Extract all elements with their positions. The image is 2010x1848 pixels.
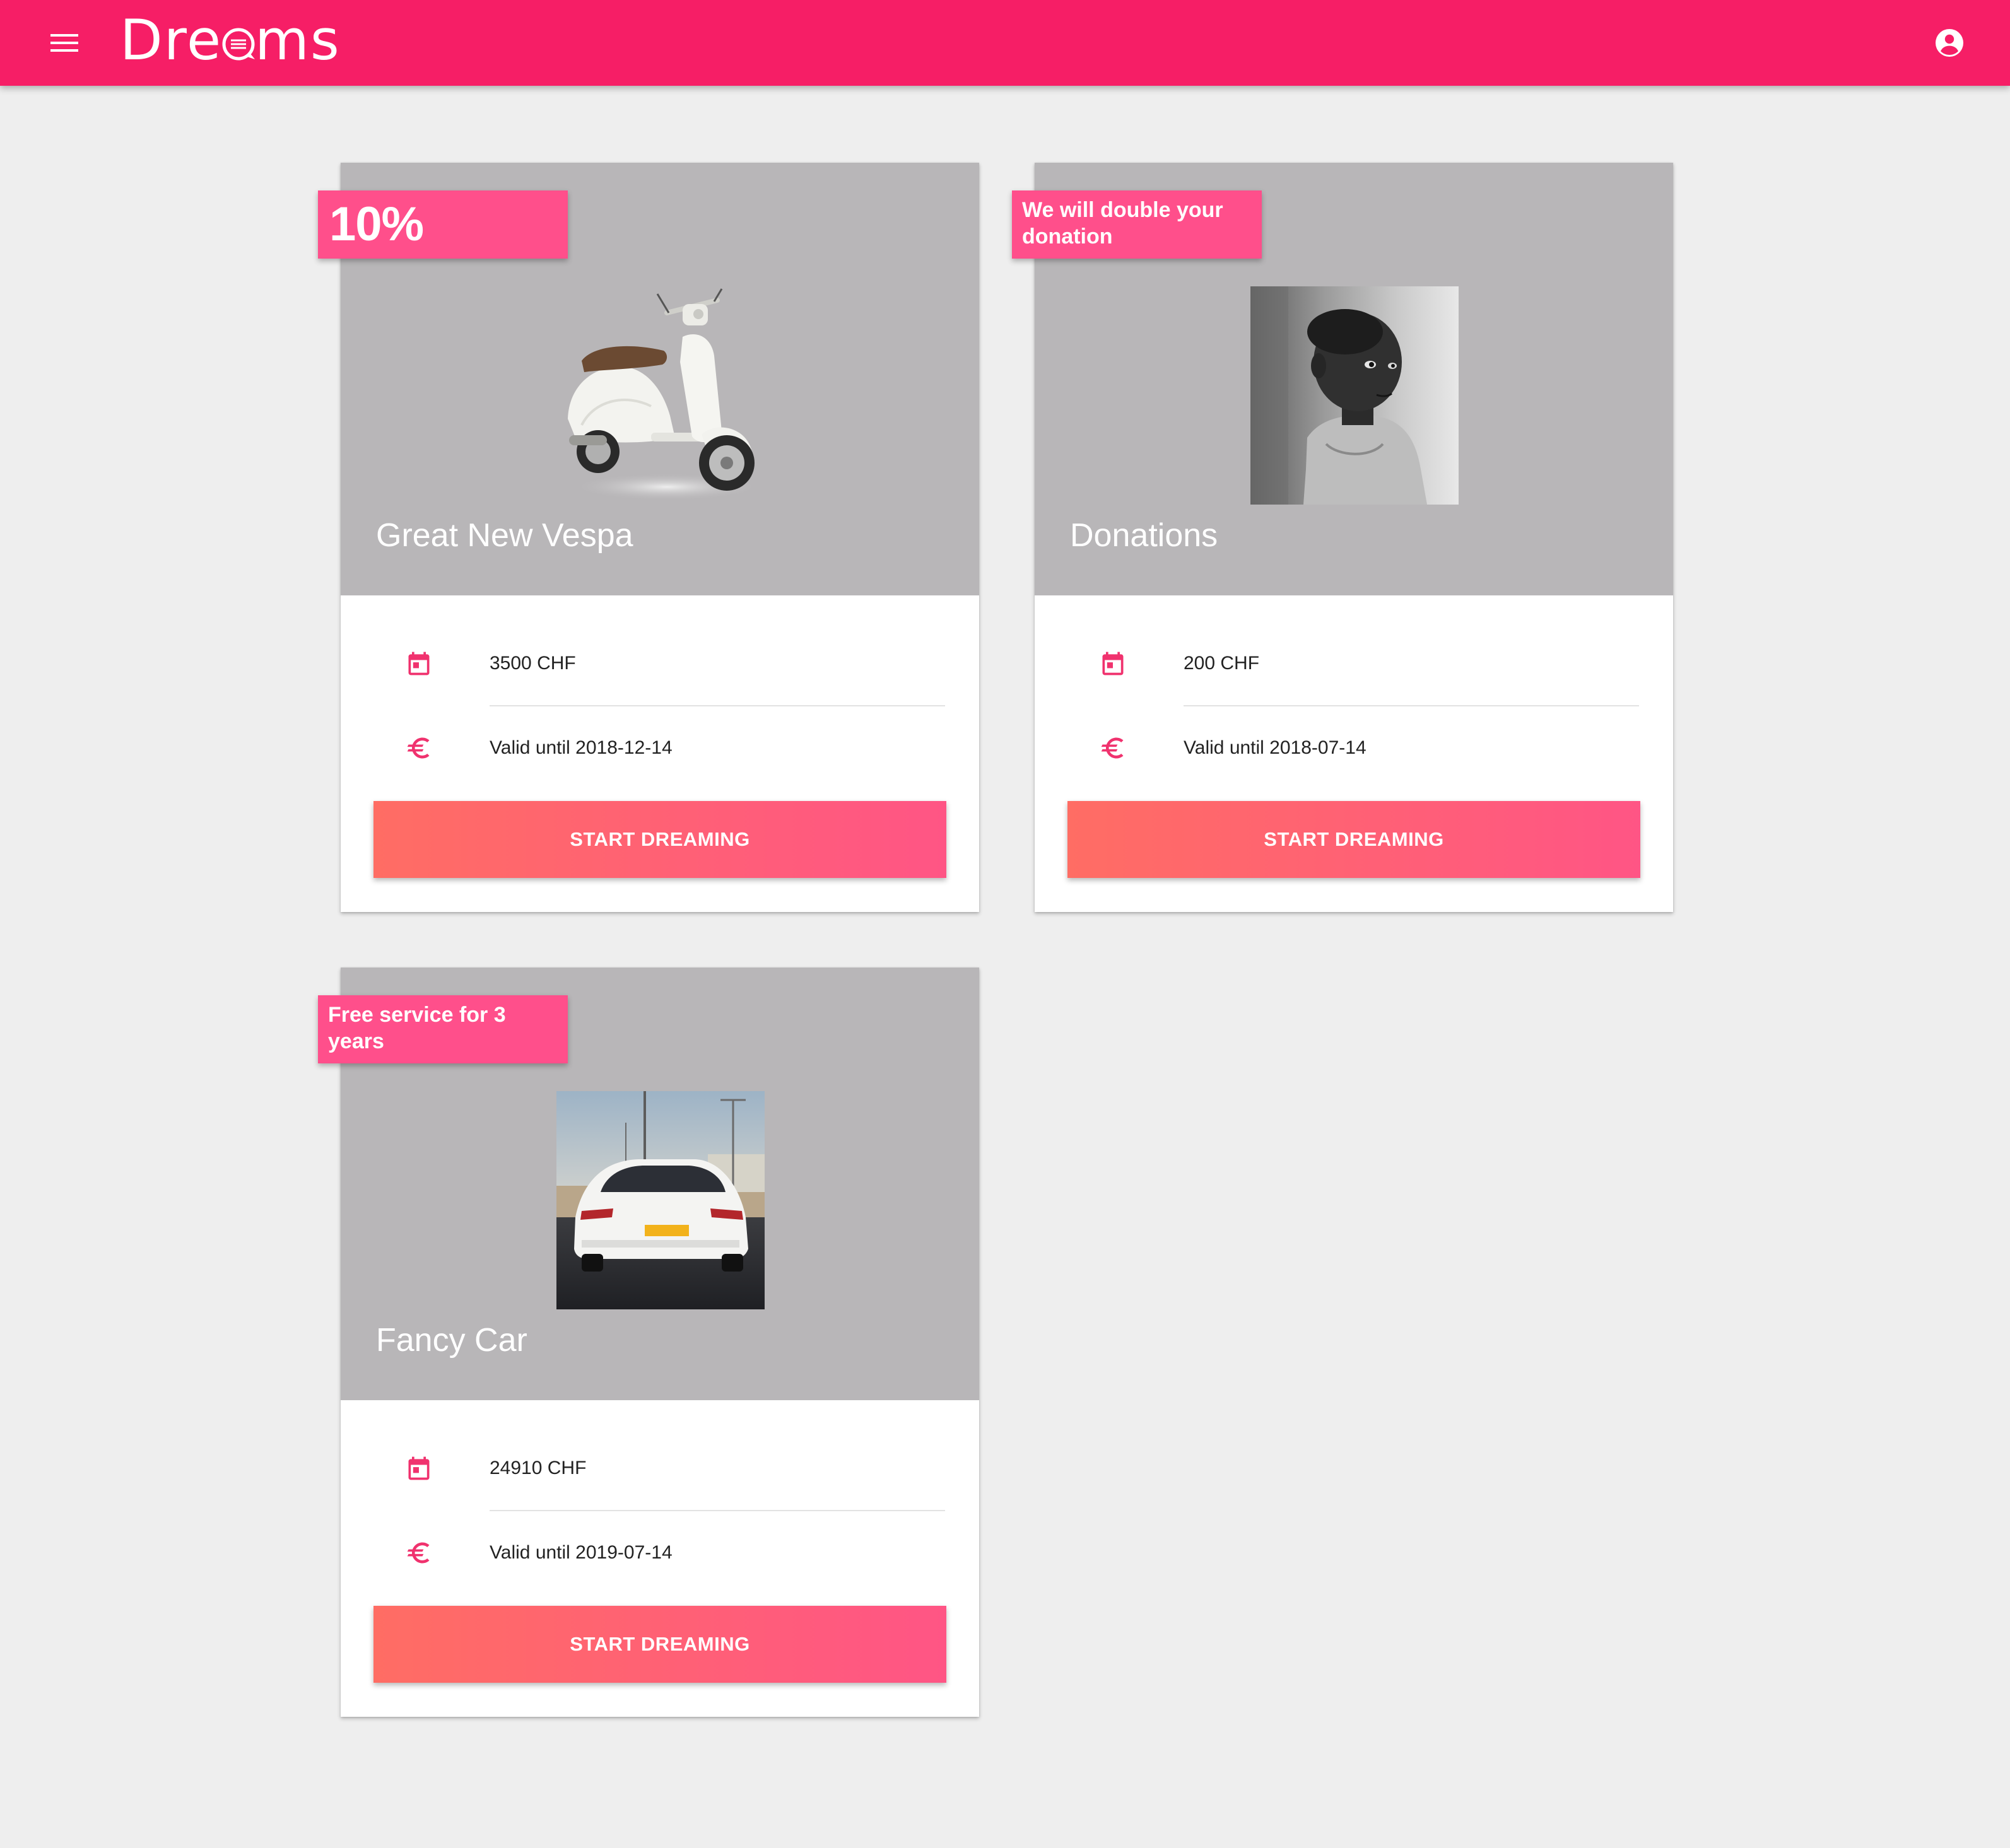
- euro-icon: [401, 730, 437, 766]
- amount-row: 200 CHF: [1035, 622, 1673, 706]
- validity-row: Valid until 2018-12-14: [341, 706, 979, 791]
- validity-text: Valid until 2018-07-14: [1184, 737, 1366, 758]
- dream-card-car: Free service for 3 years Fancy Car 24910…: [318, 968, 979, 1717]
- menu-button[interactable]: [38, 21, 91, 64]
- dream-card-vespa: 10% Great New Vespa 3500 CHF Valid until…: [318, 163, 979, 912]
- calendar-icon: [401, 646, 437, 681]
- amount-text: 24910 CHF: [490, 1458, 587, 1478]
- card-title: Great New Vespa: [376, 517, 633, 554]
- card-media: Free service for 3 years Fancy Car: [318, 968, 979, 1400]
- validity-text: Valid until 2018-12-14: [490, 737, 673, 758]
- app-bar: Dre ms: [0, 0, 2010, 86]
- validity-row: Valid until 2018-07-14: [1035, 706, 1673, 791]
- account-circle-icon: [1936, 29, 1963, 57]
- promo-badge: We will double your donation: [1012, 190, 1262, 259]
- menu-icon: [50, 34, 78, 52]
- promo-badge: Free service for 3 years: [318, 995, 568, 1063]
- amount-text: 200 CHF: [1184, 653, 1260, 674]
- logo-text-left: Dre: [120, 8, 223, 73]
- card-title: Donations: [1070, 517, 1218, 554]
- dream-card-donations: We will double your donation Donations 2…: [1012, 163, 1673, 912]
- euro-icon: [1095, 730, 1131, 766]
- logo-text-right: ms: [255, 8, 341, 73]
- app-logo[interactable]: Dre ms: [120, 9, 341, 72]
- start-dreaming-button[interactable]: START DREAMING: [373, 801, 946, 878]
- start-dreaming-button[interactable]: START DREAMING: [373, 1606, 946, 1683]
- amount-text: 3500 CHF: [490, 653, 576, 674]
- euro-icon: [401, 1535, 437, 1570]
- vespa-scooter-image: [556, 286, 765, 505]
- calendar-icon: [1095, 646, 1131, 681]
- card-title: Fancy Car: [376, 1322, 527, 1359]
- validity-text: Valid until 2019-07-14: [490, 1542, 673, 1563]
- validity-row: Valid until 2019-07-14: [341, 1511, 979, 1596]
- card-media: We will double your donation Donations: [1012, 163, 1673, 595]
- logo-chat-bubble-icon: [220, 13, 257, 76]
- white-car-image: [556, 1091, 765, 1309]
- child-photo-image: [1250, 286, 1459, 505]
- amount-row: 24910 CHF: [341, 1427, 979, 1511]
- start-dreaming-button[interactable]: START DREAMING: [1067, 801, 1640, 878]
- calendar-icon: [401, 1451, 437, 1486]
- amount-row: 3500 CHF: [341, 622, 979, 706]
- account-button[interactable]: [1927, 21, 1972, 64]
- card-media: 10% Great New Vespa: [318, 163, 979, 595]
- promo-badge: 10%: [318, 190, 568, 259]
